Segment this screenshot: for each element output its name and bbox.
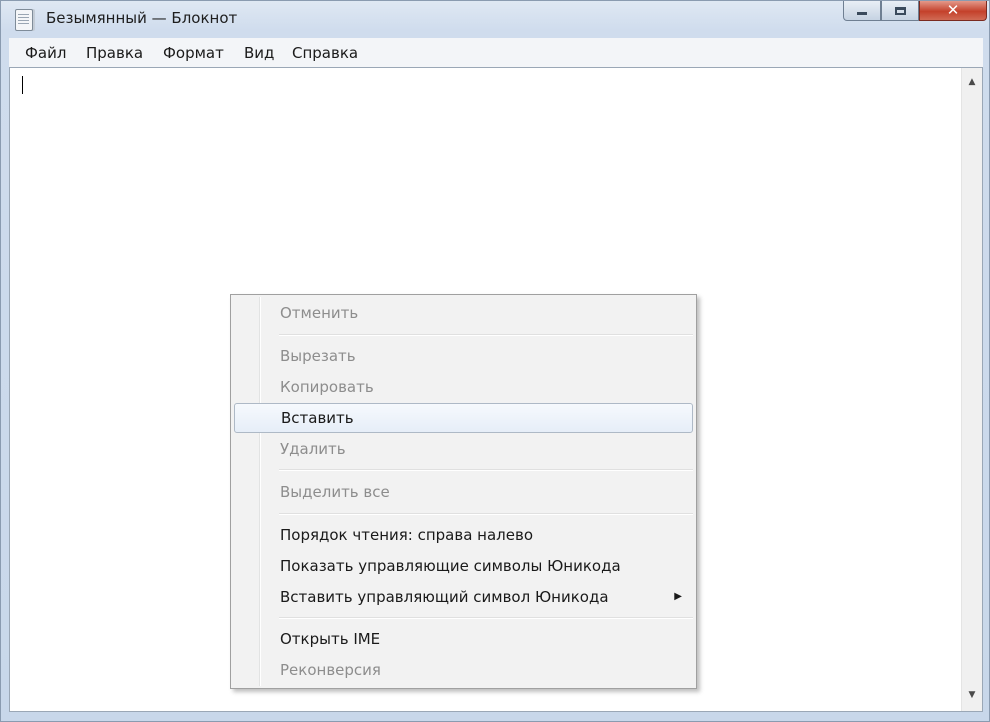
menu-item-cut[interactable]: Вырезать xyxy=(233,341,694,371)
menu-view[interactable]: Вид xyxy=(244,44,274,62)
minimize-button[interactable] xyxy=(843,1,881,21)
notepad-window: Безымянный — Блокнот ✕ Файл Правка Форма… xyxy=(0,0,990,722)
menu-item-rtl-reading-order[interactable]: Порядок чтения: справа налево xyxy=(233,520,694,550)
scroll-up-icon[interactable]: ▲ xyxy=(962,72,982,92)
minimize-icon xyxy=(857,12,867,15)
menu-format[interactable]: Формат xyxy=(163,44,224,62)
close-button[interactable]: ✕ xyxy=(919,1,987,21)
vertical-scrollbar[interactable]: ▲ ▼ xyxy=(961,68,982,711)
menu-help[interactable]: Справка xyxy=(292,44,358,62)
menu-separator xyxy=(279,617,693,619)
maximize-icon xyxy=(894,6,906,15)
menu-item-show-unicode-control[interactable]: Показать управляющие символы Юникода xyxy=(233,551,694,581)
menu-separator xyxy=(279,334,693,336)
title-bar[interactable]: Безымянный — Блокнот ✕ xyxy=(1,1,989,37)
menu-item-paste[interactable]: Вставить xyxy=(234,403,693,433)
menu-separator xyxy=(279,513,693,515)
scroll-down-icon[interactable]: ▼ xyxy=(962,685,982,705)
menu-edit[interactable]: Правка xyxy=(86,44,143,62)
menu-item-copy[interactable]: Копировать xyxy=(233,372,694,402)
text-caret xyxy=(22,76,23,94)
menu-separator xyxy=(279,469,693,471)
menu-item-insert-unicode-control[interactable]: Вставить управляющий символ Юникода ▶ xyxy=(233,582,694,612)
menu-item-open-ime[interactable]: Открыть IME xyxy=(233,624,694,654)
menu-item-insert-unicode-control-label: Вставить управляющий символ Юникода xyxy=(280,588,609,606)
menu-item-delete[interactable]: Удалить xyxy=(233,434,694,464)
close-icon: ✕ xyxy=(946,1,960,19)
menu-file[interactable]: Файл xyxy=(25,44,66,62)
submenu-arrow-icon: ▶ xyxy=(674,591,682,602)
menu-bar: Файл Правка Формат Вид Справка xyxy=(9,38,983,68)
notepad-app-icon[interactable] xyxy=(15,9,33,31)
context-menu: Отменить Вырезать Копировать Вставить Уд… xyxy=(230,294,697,689)
window-title: Безымянный — Блокнот xyxy=(46,9,238,27)
menu-item-select-all[interactable]: Выделить все xyxy=(233,477,694,507)
menu-item-undo[interactable]: Отменить xyxy=(233,298,694,328)
menu-item-reconversion[interactable]: Реконверсия xyxy=(233,655,694,685)
maximize-button[interactable] xyxy=(881,1,919,21)
